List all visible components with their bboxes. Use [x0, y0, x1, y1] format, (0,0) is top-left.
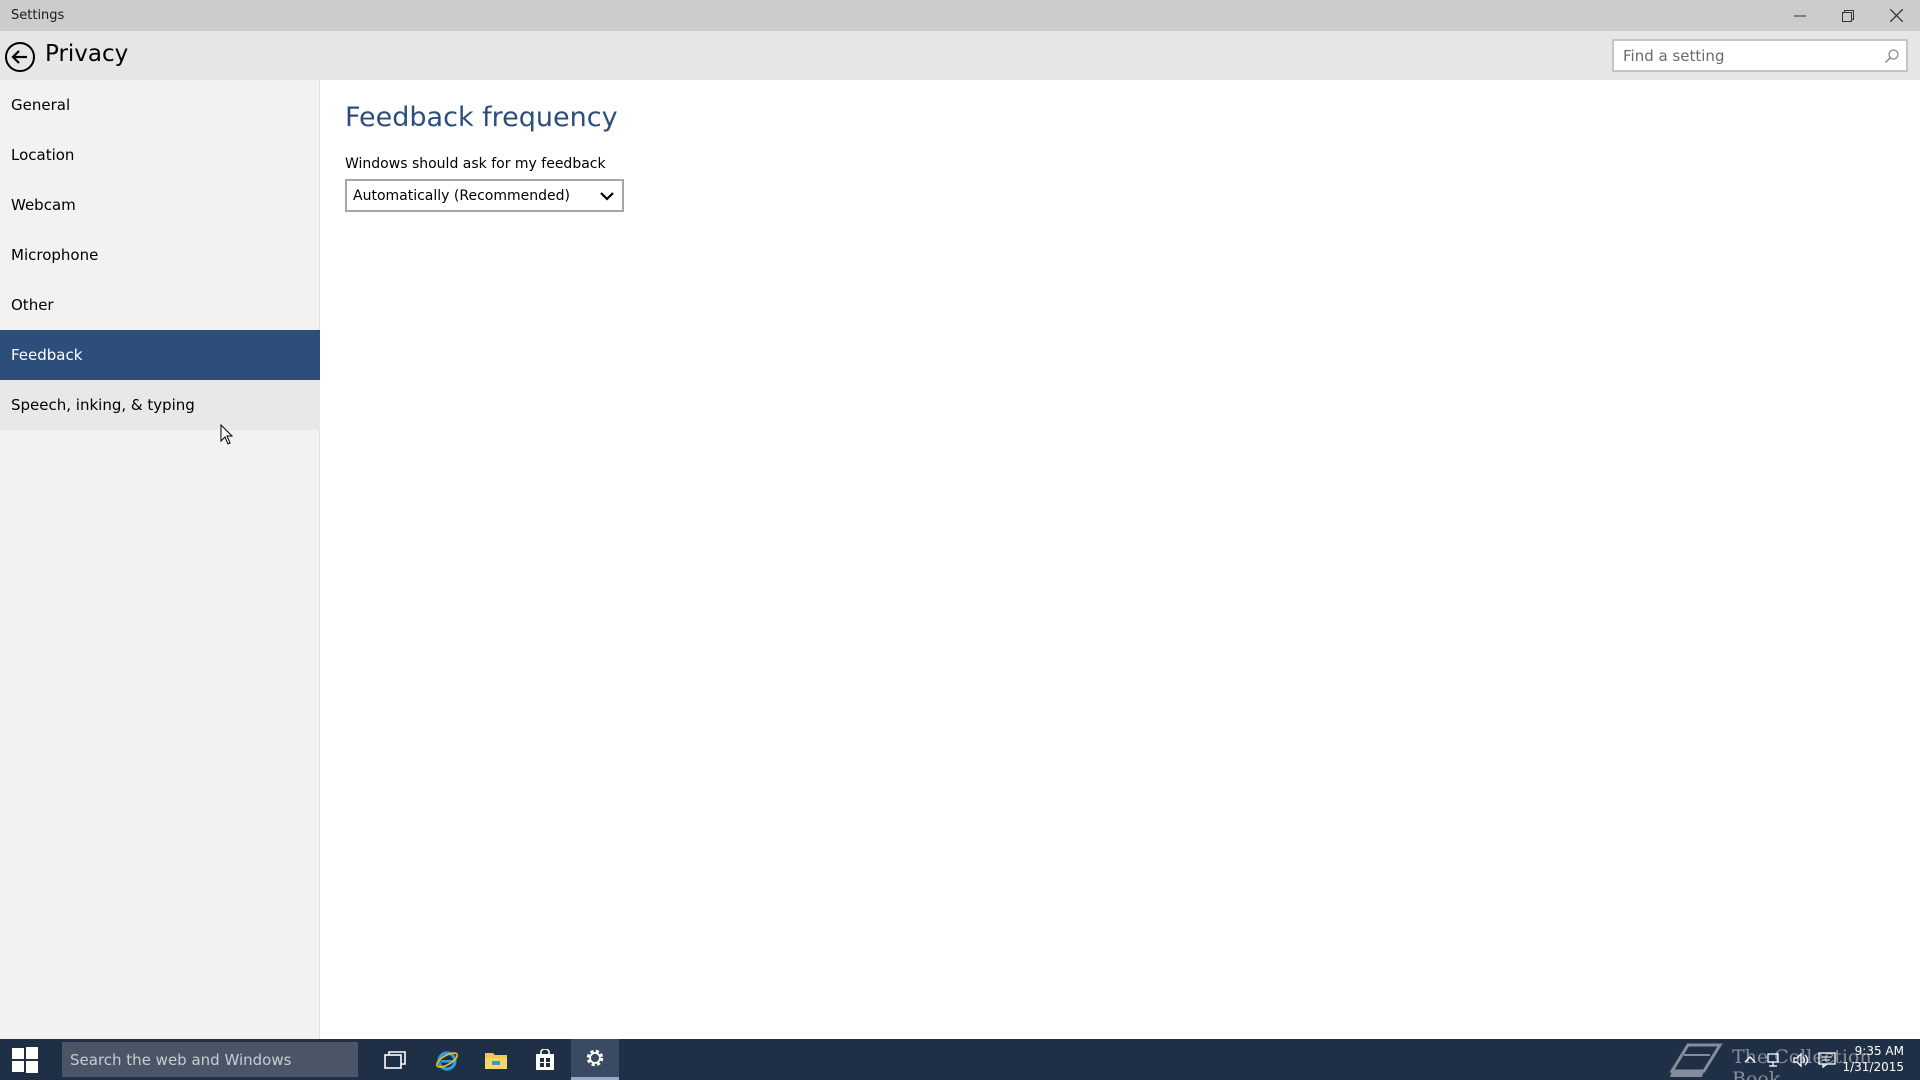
minimize-button[interactable] — [1776, 0, 1824, 31]
sidebar-item-speech-inking-typing[interactable]: Speech, inking, & typing — [0, 380, 320, 430]
minimize-icon — [1794, 15, 1806, 16]
feedback-frequency-label: Windows should ask for my feedback — [345, 156, 606, 172]
back-button[interactable] — [4, 41, 36, 73]
sidebar-item-label: Location — [11, 146, 75, 164]
sidebar-item-label: Other — [11, 296, 54, 314]
mouse-cursor-icon — [220, 424, 234, 445]
back-arrow-icon — [5, 42, 35, 72]
taskbar-search-placeholder: Search the web and Windows — [70, 1050, 292, 1069]
search-input[interactable] — [1614, 41, 1874, 70]
folder-icon — [485, 1052, 507, 1069]
network-icon[interactable] — [1766, 1052, 1784, 1068]
system-tray — [1742, 1039, 1836, 1080]
settings-app-button[interactable] — [571, 1039, 619, 1080]
start-button[interactable] — [0, 1039, 50, 1080]
taskbar: Search the web and Windows The Collectio… — [0, 1039, 1920, 1080]
sidebar-item-general[interactable]: General — [0, 80, 320, 130]
store-bag-icon — [536, 1048, 554, 1070]
sidebar-item-feedback[interactable]: Feedback — [0, 330, 320, 380]
action-center-icon[interactable] — [1818, 1051, 1836, 1068]
sidebar-item-label: Webcam — [11, 196, 76, 214]
search-icon[interactable] — [1884, 48, 1900, 64]
sidebar-item-webcam[interactable]: Webcam — [0, 180, 320, 230]
chevron-down-icon — [600, 192, 614, 201]
clock-time: 9:35 AM — [1854, 1044, 1904, 1058]
page-header: Privacy — [0, 31, 1920, 80]
book-icon — [1669, 1043, 1723, 1077]
internet-explorer-button[interactable] — [423, 1039, 471, 1080]
windows-logo-icon — [12, 1046, 38, 1073]
taskbar-search-box[interactable]: Search the web and Windows — [62, 1042, 358, 1077]
sidebar-item-label: Microphone — [11, 246, 99, 264]
sidebar-item-other[interactable]: Other — [0, 280, 320, 330]
sidebar-item-location[interactable]: Location — [0, 130, 320, 180]
sidebar-item-label: General — [11, 96, 71, 114]
store-button[interactable] — [521, 1039, 569, 1080]
gear-icon — [586, 1049, 604, 1067]
sidebar-item-microphone[interactable]: Microphone — [0, 230, 320, 280]
restore-icon — [1842, 9, 1854, 22]
window-title: Settings — [11, 8, 65, 23]
taskbar-clock[interactable]: 9:35 AM 1/31/2015 — [1842, 1043, 1904, 1075]
clock-date: 1/31/2015 — [1842, 1060, 1904, 1074]
close-button[interactable] — [1872, 0, 1920, 31]
task-view-icon — [384, 1050, 406, 1069]
restore-button[interactable] — [1824, 0, 1872, 31]
sidebar-item-label: Speech, inking, & typing — [11, 396, 195, 414]
page-title: Privacy — [45, 41, 129, 67]
show-hidden-icons-chevron-icon[interactable] — [1742, 1052, 1758, 1068]
close-icon — [1889, 9, 1903, 22]
main-content: Feedback frequency Windows should ask fo… — [321, 80, 1920, 1039]
title-bar: Settings — [0, 0, 1920, 31]
dropdown-selected-value: Automatically (Recommended) — [353, 187, 570, 204]
section-title: Feedback frequency — [345, 102, 618, 133]
volume-icon[interactable] — [1792, 1051, 1810, 1068]
sidebar-nav: General Location Webcam Microphone Other… — [0, 80, 320, 1039]
internet-explorer-icon — [435, 1050, 459, 1071]
sidebar-item-label: Feedback — [11, 346, 83, 364]
feedback-frequency-dropdown[interactable]: Automatically (Recommended) — [345, 179, 624, 212]
find-setting-search[interactable] — [1612, 39, 1908, 72]
task-view-button[interactable] — [371, 1039, 419, 1080]
file-explorer-button[interactable] — [472, 1039, 520, 1080]
